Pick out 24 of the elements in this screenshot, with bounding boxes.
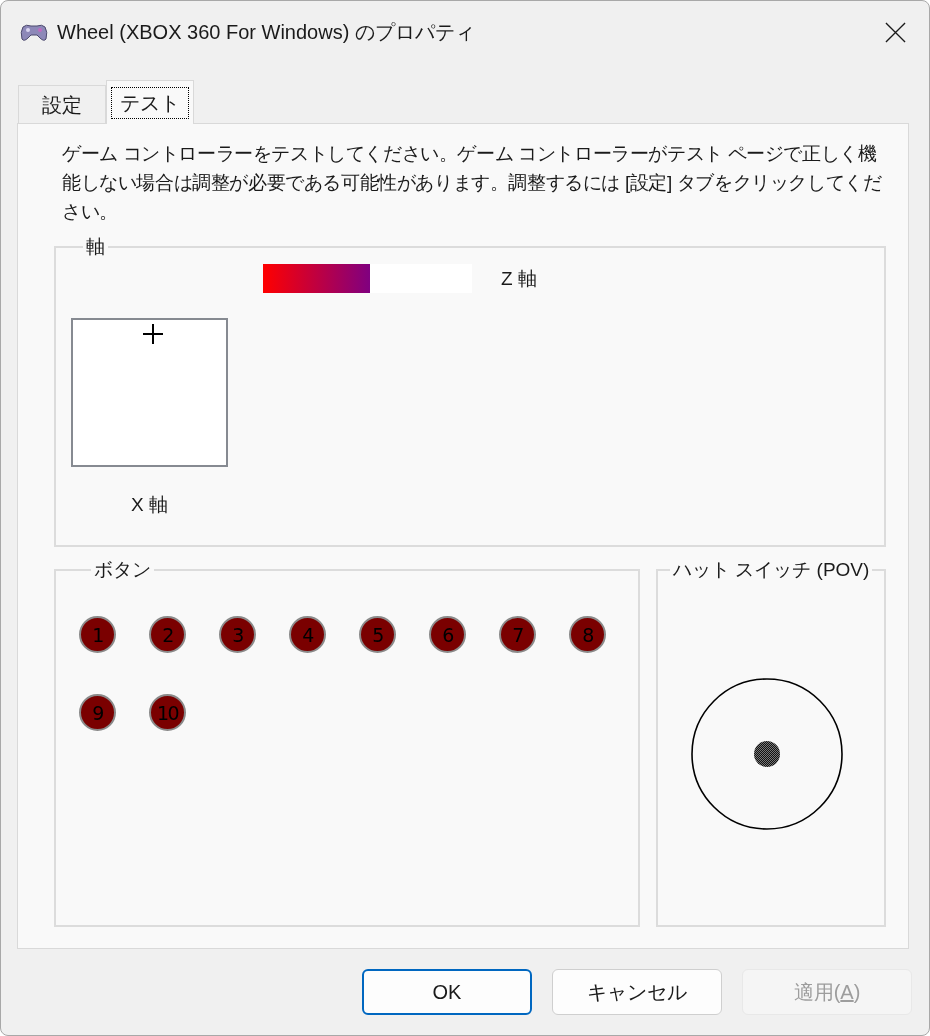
button-indicator: 4 xyxy=(289,616,326,653)
button-indicator: 3 xyxy=(219,616,256,653)
axis-label: X 軸 xyxy=(131,493,168,517)
tab[interactable]: 設定 xyxy=(18,85,106,123)
button-indicator: 8 xyxy=(569,616,606,653)
axis-label: Z 軸 xyxy=(501,266,537,291)
gamepad-icon xyxy=(20,23,48,42)
dialog-button[interactable]: OK xyxy=(362,969,532,1015)
group-label: 軸 xyxy=(85,235,106,259)
dialog-button[interactable]: キャンセル xyxy=(552,969,722,1015)
tab[interactable]: テスト xyxy=(106,80,194,124)
description-text: ゲーム コントローラーをテストしてください。ゲーム コントローラーがテスト ページで正しく機能しない場合は調整が必要である可能性があります。調整するには [設定] タブをクリックしてください。 xyxy=(62,142,883,224)
group-label: ボタン xyxy=(93,558,152,582)
pov-position-dot xyxy=(754,741,780,767)
button-indicator: 6 xyxy=(429,616,466,653)
window-title: Wheel (XBOX 360 For Windows) のプロパティ xyxy=(57,20,475,45)
button-indicator: 2 xyxy=(149,616,186,653)
button-indicator: 7 xyxy=(499,616,536,653)
button-indicator: 1 xyxy=(79,616,116,653)
button-indicator: 5 xyxy=(359,616,396,653)
group-label: ハット スイッチ (POV) xyxy=(672,558,871,582)
close-icon[interactable] xyxy=(885,22,906,43)
button-indicator: 9 xyxy=(79,694,116,731)
button-indicator: 10 xyxy=(149,694,186,731)
